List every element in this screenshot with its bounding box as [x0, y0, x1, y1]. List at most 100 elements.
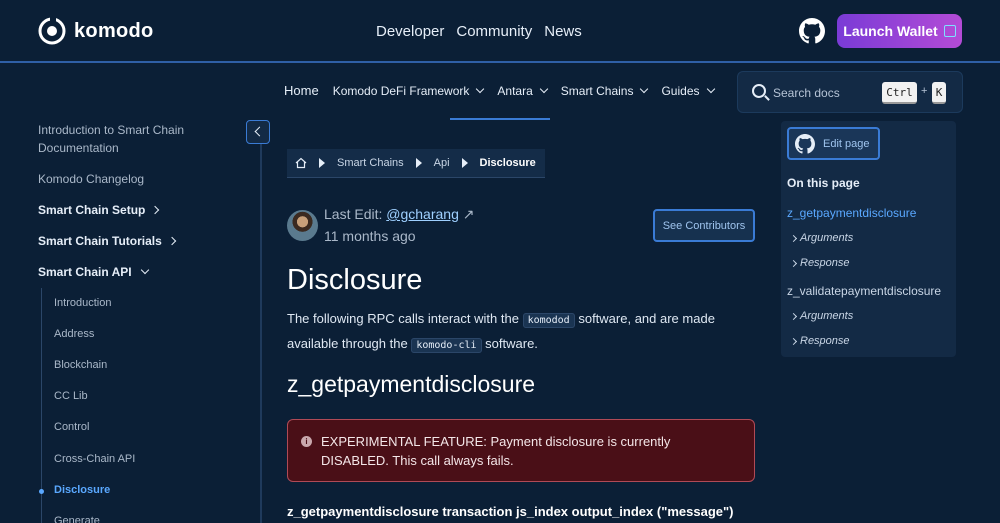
method-signature: z_getpaymentdisclosure transaction js_in…: [287, 504, 734, 519]
active-nav-underline: [450, 118, 550, 120]
docs-nav-label: Smart Chains: [560, 83, 634, 98]
github-icon[interactable]: [799, 18, 825, 44]
sidebar-subitem-blockchain[interactable]: Blockchain: [54, 359, 107, 371]
shortcut-plus: +: [921, 85, 928, 97]
chevron-down-icon: [539, 84, 549, 93]
chevron-right-icon: [167, 236, 177, 246]
docs-nav-smart-chains[interactable]: Smart Chains: [560, 83, 649, 98]
chevron-right-icon: [789, 312, 798, 320]
intro-paragraph: The following RPC calls interact with th…: [287, 307, 757, 357]
chevron-right-icon: [151, 205, 160, 215]
table-of-contents: Edit page On this page z_getpaymentdiscl…: [781, 121, 956, 357]
sidebar-item-introduction[interactable]: Introduction to Smart Chain Documentatio…: [38, 121, 228, 157]
inline-code: komodod: [522, 313, 575, 328]
docs-nav-label: Antara: [497, 83, 533, 98]
docs-nav: Home Komodo DeFi Framework Antara Smart …: [284, 83, 715, 98]
breadcrumb-separator-icon: [319, 158, 325, 168]
breadcrumb: Smart Chains Api Disclosure: [287, 149, 545, 178]
search-icon: [752, 84, 766, 98]
toc-sub-arguments[interactable]: Arguments: [789, 232, 854, 244]
toc-sub-label: Arguments: [800, 232, 854, 244]
edit-page-button[interactable]: Edit page: [787, 127, 880, 160]
komodo-logo-icon: [38, 17, 66, 45]
active-indicator-dot: [39, 489, 44, 494]
docs-nav-antara[interactable]: Antara: [497, 83, 549, 98]
toc-sub-response[interactable]: Response: [789, 257, 850, 269]
section-heading: z_getpaymentdisclosure: [287, 371, 536, 397]
docs-nav-defi-framework[interactable]: Komodo DeFi Framework: [332, 83, 485, 98]
arrow-up-right-icon: ↗: [462, 206, 475, 222]
breadcrumb-separator-icon: [461, 158, 468, 168]
chevron-down-icon: [706, 84, 715, 93]
toc-link-getpaymentdisclosure[interactable]: z_getpaymentdisclosure: [787, 206, 916, 220]
docs-nav-home[interactable]: Home: [284, 83, 319, 98]
sidebar-item-label: Smart Chain Setup: [38, 203, 146, 217]
last-edit: Last Edit: @gcharang ↗: [324, 206, 474, 223]
nav-news[interactable]: News: [544, 23, 582, 40]
sidebar-item-setup[interactable]: Smart Chain Setup: [38, 201, 160, 219]
chevron-down-icon: [140, 265, 149, 275]
see-contributors-button[interactable]: See Contributors: [653, 209, 755, 242]
top-nav: Developer Community News: [376, 23, 582, 40]
breadcrumb-separator-icon: [415, 158, 422, 168]
komodo-logo[interactable]: komodo: [38, 17, 154, 45]
docs-nav-guides[interactable]: Guides: [661, 83, 715, 98]
editor-link[interactable]: @gcharang: [386, 206, 459, 222]
intro-text: software.: [485, 336, 538, 351]
github-icon: [795, 133, 815, 154]
edit-page-label: Edit page: [823, 137, 870, 150]
home-icon[interactable]: [295, 157, 307, 169]
shortcut-key-k: K: [932, 82, 946, 104]
alert-text: EXPERIMENTAL FEATURE: Payment disclosure…: [321, 434, 671, 468]
sidebar-item-label: Smart Chain API: [38, 265, 132, 279]
shortcut-key-ctrl: Ctrl: [882, 82, 917, 104]
sidebar-subitem-cc-lib[interactable]: CC Lib: [54, 390, 88, 402]
chevron-right-icon: [789, 337, 798, 345]
chevron-right-icon: [789, 259, 798, 267]
sidebar-tree-line: [41, 288, 42, 523]
toc-sub-label: Response: [800, 335, 850, 347]
sidebar-subitem-introduction[interactable]: Introduction: [54, 297, 111, 309]
sidebar-subitem-disclosure[interactable]: Disclosure: [54, 484, 110, 496]
edited-ago: 11 months ago: [324, 228, 416, 244]
search-placeholder: Search docs: [773, 86, 840, 100]
sidebar-item-tutorials[interactable]: Smart Chain Tutorials: [38, 232, 177, 250]
avatar: [287, 210, 318, 241]
chevron-down-icon: [476, 84, 485, 93]
sidebar-subitem-address[interactable]: Address: [54, 328, 94, 340]
brand-name: komodo: [74, 19, 154, 42]
toc-sub-label: Arguments: [800, 310, 854, 322]
docs-nav-label: Komodo DeFi Framework: [332, 83, 470, 98]
sidebar-subitem-generate[interactable]: Generate: [54, 515, 100, 523]
launch-wallet-label: Launch Wallet: [843, 23, 938, 39]
toc-sub-arguments[interactable]: Arguments: [789, 310, 854, 322]
page-title: Disclosure: [287, 264, 423, 296]
nav-community[interactable]: Community: [456, 23, 532, 40]
warning-alert: i EXPERIMENTAL FEATURE: Payment disclosu…: [287, 419, 755, 482]
external-link-icon: [943, 25, 956, 37]
toc-sub-response[interactable]: Response: [789, 335, 850, 347]
search-input[interactable]: Search docs Ctrl + K: [737, 71, 963, 113]
inline-code: komodo-cli: [411, 338, 482, 353]
info-icon: i: [301, 436, 312, 447]
breadcrumb-smart-chains[interactable]: Smart Chains: [337, 157, 404, 169]
launch-wallet-button[interactable]: Launch Wallet: [837, 14, 962, 48]
nav-developer[interactable]: Developer: [376, 23, 444, 40]
last-edit-label: Last Edit:: [324, 206, 383, 222]
toc-sub-label: Response: [800, 257, 850, 269]
sidebar-item-changelog[interactable]: Komodo Changelog: [38, 170, 144, 188]
intro-text: The following RPC calls interact with th…: [287, 311, 519, 326]
toc-heading: On this page: [787, 176, 860, 190]
sidebar-subitem-cross-chain[interactable]: Cross-Chain API: [54, 453, 135, 465]
breadcrumb-current: Disclosure: [479, 157, 536, 169]
sidebar-subitem-control[interactable]: Control: [54, 421, 89, 433]
chevron-right-icon: [789, 234, 798, 242]
docs-nav-label: Guides: [661, 83, 700, 98]
sidebar-item-label: Smart Chain Tutorials: [38, 234, 162, 248]
sidebar-item-api[interactable]: Smart Chain API: [38, 263, 149, 281]
chevron-down-icon: [640, 84, 649, 93]
toc-link-validatepaymentdisclosure[interactable]: z_validatepaymentdisclosure: [787, 284, 941, 298]
collapse-sidebar-button[interactable]: [246, 120, 270, 144]
breadcrumb-api[interactable]: Api: [434, 157, 450, 169]
top-navbar: komodo Developer Community News Launch W…: [0, 0, 1000, 63]
